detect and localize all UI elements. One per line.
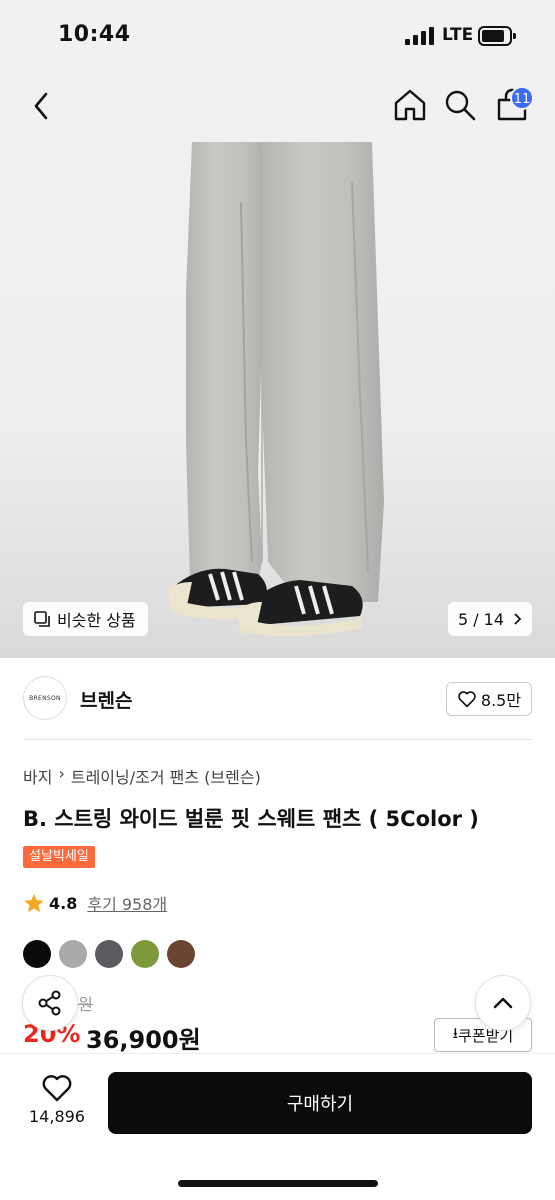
brand-like-count: 8.5만 — [480, 691, 522, 710]
similar-products-button[interactable]: 비슷한 상품 — [23, 602, 148, 636]
rating: 4.8 후기 958개 — [23, 891, 167, 915]
product-photo-pants — [168, 142, 384, 637]
brand-like-button[interactable]: 8.5만 — [446, 682, 532, 716]
final-price: 36,900원 — [86, 1026, 201, 1054]
color-swatch[interactable] — [95, 940, 123, 968]
product-title: B. 스트링 와이드 벌룬 핏 스웨트 팬츠 ( 5Color ) — [23, 807, 479, 831]
back-icon[interactable] — [22, 86, 62, 126]
color-swatch[interactable] — [59, 940, 87, 968]
image-counter-label: 5 / 14 — [457, 609, 505, 629]
chevron-up-icon — [493, 997, 513, 1009]
color-swatch[interactable] — [131, 940, 159, 968]
signal-icon — [405, 27, 435, 45]
breadcrumb: 바지 › 트레이닝/조거 팬츠 (브렌슨) — [23, 764, 261, 788]
color-swatches — [23, 940, 195, 968]
buy-button[interactable]: 구매하기 — [108, 1072, 532, 1134]
review-link[interactable]: 후기 958개 — [87, 891, 167, 915]
nav-bar — [0, 72, 555, 142]
similar-icon — [34, 611, 50, 627]
cart-count-badge: 11 — [510, 86, 534, 110]
scroll-top-button[interactable] — [475, 975, 531, 1031]
divider — [23, 739, 532, 740]
color-swatch[interactable] — [23, 940, 51, 968]
chevron-right-icon: › — [58, 764, 65, 783]
share-button[interactable] — [22, 975, 78, 1031]
breadcrumb-item[interactable]: 트레이닝/조거 팬츠 (브렌슨) — [71, 764, 261, 788]
star-icon — [24, 893, 44, 913]
search-icon[interactable] — [440, 85, 480, 125]
color-swatch[interactable] — [167, 940, 195, 968]
battery-icon — [478, 26, 516, 46]
sale-badge: 설날빅세일 — [23, 846, 95, 868]
rating-score: 4.8 — [49, 893, 78, 913]
product-image[interactable] — [0, 142, 555, 658]
similar-products-label: 비슷한 상품 — [57, 611, 136, 630]
status-time: 10:44 — [58, 22, 131, 47]
brand-logo[interactable]: BRENSON — [23, 676, 67, 720]
network-label: LTE — [442, 25, 474, 45]
heart-icon — [458, 691, 476, 708]
status-bar: 10:44 LTE — [0, 0, 555, 72]
home-indicator — [178, 1180, 378, 1187]
image-counter[interactable]: 5 / 14 — [448, 602, 532, 636]
share-icon — [38, 990, 61, 1016]
chevron-right-icon — [514, 613, 522, 625]
wish-count: 14,896 — [29, 1107, 85, 1126]
brand-name[interactable]: 브렌슨 — [80, 686, 132, 713]
breadcrumb-item[interactable]: 바지 — [23, 764, 52, 788]
heart-icon[interactable] — [41, 1073, 73, 1103]
home-icon[interactable] — [390, 85, 430, 125]
